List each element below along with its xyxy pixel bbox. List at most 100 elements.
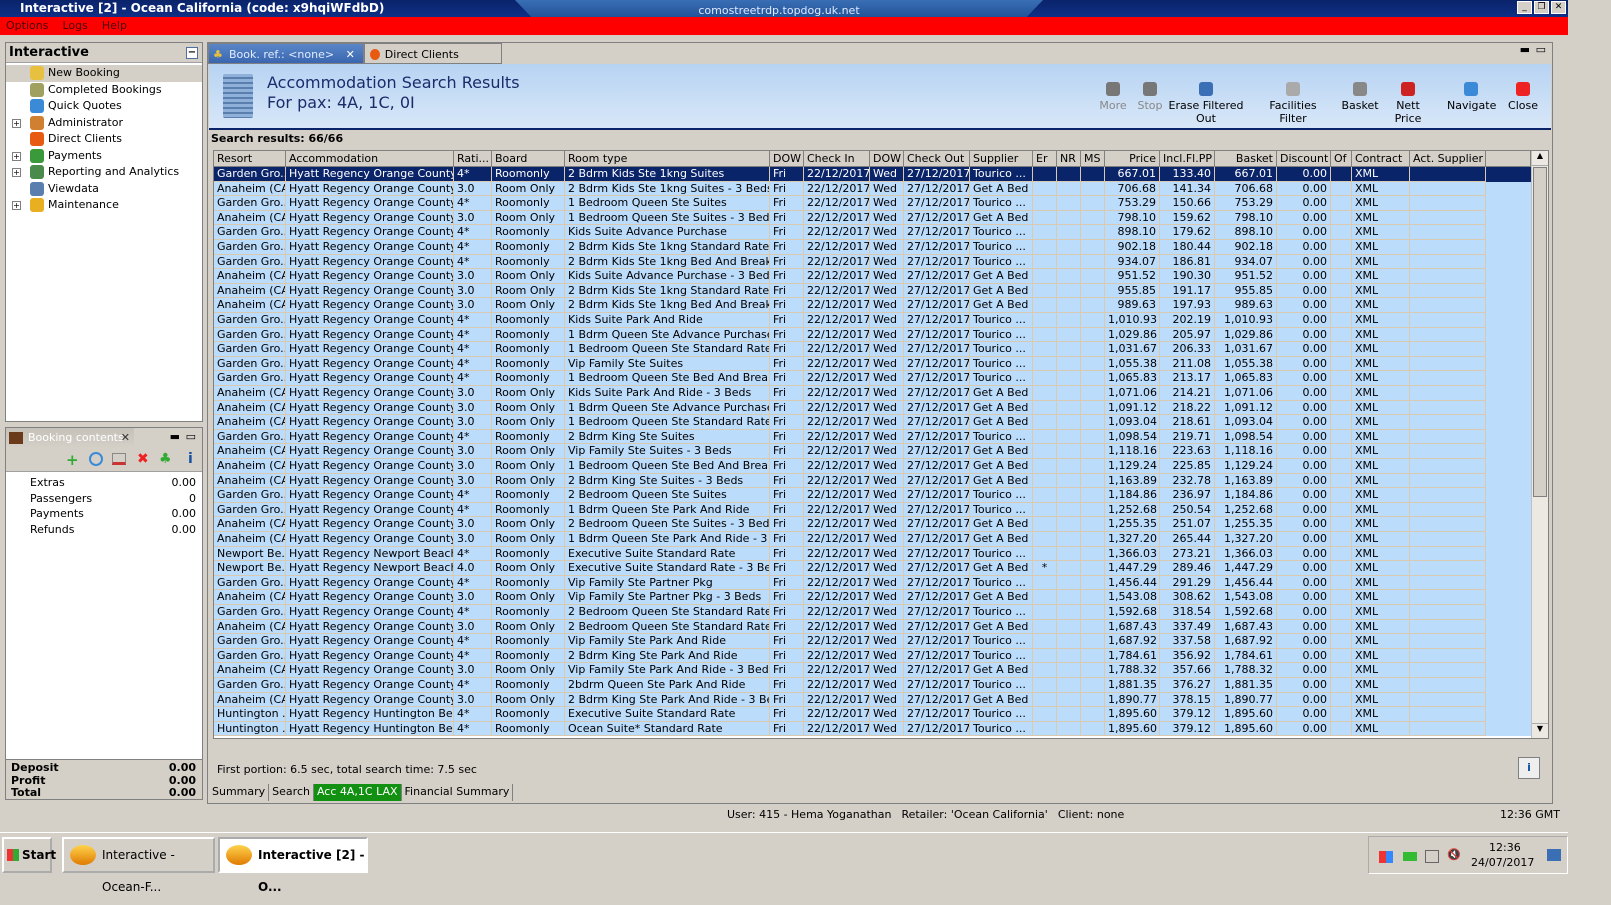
table-row[interactable]: Anaheim (CA) Hyatt Regency Orange County 3… bbox=[214, 532, 1531, 547]
restore-button[interactable]: ❐ bbox=[1534, 1, 1549, 14]
table-row[interactable]: Garden Gro... Hyatt Regency Orange County… bbox=[214, 371, 1531, 386]
panel-maximize-icon[interactable]: ▭ bbox=[1536, 43, 1546, 56]
table-row[interactable]: Huntington ... Hyatt Regency Huntington B… bbox=[214, 707, 1531, 722]
network-icon[interactable] bbox=[1425, 850, 1439, 863]
bottom-tab-search[interactable]: Search bbox=[269, 784, 314, 801]
close-window-button[interactable]: ✕ bbox=[1551, 1, 1566, 14]
maximize-icon[interactable]: ▭ bbox=[186, 430, 196, 443]
sidebar-item-payments[interactable]: + Payments bbox=[6, 148, 202, 165]
table-row[interactable]: Anaheim (CA) Hyatt Regency Orange County 3… bbox=[214, 517, 1531, 532]
table-row[interactable]: Anaheim (CA) Hyatt Regency Orange County 3… bbox=[214, 298, 1531, 313]
table-row[interactable]: Garden Gro... Hyatt Regency Orange County… bbox=[214, 429, 1531, 445]
column-header-contract[interactable]: Contract bbox=[1352, 151, 1410, 167]
flag-icon[interactable] bbox=[1379, 851, 1393, 863]
column-header-check-in[interactable]: Check In bbox=[804, 151, 870, 167]
column-header-ms[interactable]: MS bbox=[1081, 151, 1105, 167]
tab-direct-clients-search[interactable]: Direct Clients Search bbox=[363, 43, 502, 82]
expand-icon[interactable]: + bbox=[12, 151, 21, 161]
table-row[interactable]: Anaheim (CA) Hyatt Regency Orange County 3… bbox=[214, 473, 1531, 489]
sidebar-item-direct-clients[interactable]: Direct Clients bbox=[6, 131, 202, 148]
booking-contents-tab[interactable]: Booking contents ✕ bbox=[6, 428, 134, 448]
add-icon[interactable]: + bbox=[66, 451, 79, 469]
volume-muted-icon[interactable]: 🔇 bbox=[1447, 848, 1461, 861]
close-tab-icon[interactable]: ✕ bbox=[346, 48, 355, 61]
column-header-check-out[interactable]: Check Out bbox=[904, 151, 970, 167]
table-row[interactable]: Garden Gro... Hyatt Regency Orange County… bbox=[214, 240, 1531, 255]
table-row[interactable]: Newport Be... Hyatt Regency Newport Beach… bbox=[214, 561, 1531, 576]
table-row[interactable]: Garden Gro... Hyatt Regency Orange County… bbox=[214, 196, 1531, 211]
sidebar-item-viewdata[interactable]: Viewdata bbox=[6, 181, 202, 198]
table-row[interactable]: Garden Gro... Hyatt Regency Orange County… bbox=[214, 678, 1531, 693]
expand-icon[interactable]: + bbox=[12, 118, 21, 128]
table-row[interactable]: Garden Gro... Hyatt Regency Orange County… bbox=[214, 313, 1531, 328]
vertical-scrollbar[interactable]: ▲ ▼ bbox=[1531, 151, 1548, 738]
sidebar-item-reporting-and-analytics[interactable]: + Reporting and Analytics bbox=[6, 164, 202, 181]
delete-icon[interactable]: ✖ bbox=[137, 451, 149, 467]
clock-date[interactable]: 24/07/2017 bbox=[1471, 856, 1534, 869]
nett-price-button[interactable]: Nett Price bbox=[1383, 82, 1433, 125]
bottom-tab-acc-lax[interactable]: Acc 4A,1C LAX bbox=[313, 784, 402, 801]
table-row[interactable]: Garden Gro... Hyatt Regency Orange County… bbox=[214, 634, 1531, 649]
column-header-er[interactable]: Er bbox=[1033, 151, 1057, 167]
table-row[interactable]: Garden Gro... Hyatt Regency Orange County… bbox=[214, 342, 1531, 357]
column-header-act-supplier[interactable]: Act. Supplier bbox=[1410, 151, 1486, 167]
scrollbar-thumb[interactable] bbox=[1533, 167, 1547, 497]
scroll-up-arrow[interactable]: ▲ bbox=[1532, 151, 1548, 166]
column-header-dow[interactable]: DOW bbox=[770, 151, 804, 167]
table-row[interactable]: Anaheim (CA) Hyatt Regency Orange County 3… bbox=[214, 210, 1531, 226]
menu-options[interactable]: Options bbox=[6, 17, 48, 35]
battery-icon[interactable] bbox=[1403, 852, 1417, 861]
taskbar-button-interactive-2[interactable]: Interactive [2] - O... bbox=[218, 837, 368, 894]
column-header-of[interactable]: Of bbox=[1331, 151, 1352, 167]
close-button[interactable]: Close bbox=[1505, 82, 1541, 112]
column-header-dow[interactable]: DOW bbox=[870, 151, 904, 167]
table-row[interactable]: Anaheim (CA) Hyatt Regency Orange County 3… bbox=[214, 444, 1531, 459]
sidebar-item-completed-bookings[interactable]: Completed Bookings bbox=[6, 82, 202, 99]
column-header-rati-[interactable]: Rati... bbox=[454, 151, 492, 167]
table-row[interactable]: Garden Gro... Hyatt Regency Orange County… bbox=[214, 575, 1531, 591]
column-header-accommodation[interactable]: Accommodation bbox=[286, 151, 454, 167]
collapse-icon[interactable]: − bbox=[186, 47, 198, 59]
column-header-discount[interactable]: Discount bbox=[1277, 151, 1331, 167]
bottom-tab-financial-summary[interactable]: Financial Summary bbox=[402, 784, 514, 801]
table-row[interactable]: Garden Gro... Hyatt Regency Orange County… bbox=[214, 488, 1531, 503]
table-row[interactable]: Garden Gro... Hyatt Regency Orange County… bbox=[214, 605, 1531, 620]
info-icon[interactable]: i bbox=[188, 451, 193, 467]
menu-help[interactable]: Help bbox=[102, 17, 127, 35]
tab-booking-ref[interactable]: ♣ Book. ref.: <none> ✕ bbox=[208, 43, 364, 64]
expand-icon[interactable]: + bbox=[12, 168, 21, 177]
table-row[interactable]: Anaheim (CA) Hyatt Regency Orange County 3… bbox=[214, 386, 1531, 401]
column-header-resort[interactable]: Resort bbox=[214, 151, 286, 167]
sidebar-item-quick-quotes[interactable]: Quick Quotes bbox=[6, 98, 202, 115]
sidebar-item-maintenance[interactable]: + Maintenance bbox=[6, 197, 202, 214]
palm-tree-icon[interactable]: ♣ bbox=[159, 451, 172, 467]
table-row[interactable]: Garden Gro... Hyatt Regency Orange County… bbox=[214, 254, 1531, 270]
table-row[interactable]: Anaheim (CA) Hyatt Regency Orange County 3… bbox=[214, 400, 1531, 416]
table-row[interactable]: Anaheim (CA) Hyatt Regency Orange County 3… bbox=[214, 663, 1531, 678]
panel-minimize-icon[interactable]: ▬ bbox=[1520, 43, 1530, 56]
scroll-down-arrow[interactable]: ▼ bbox=[1532, 723, 1548, 738]
table-row[interactable]: Garden Gro... Hyatt Regency Orange County… bbox=[214, 167, 1531, 182]
sidebar-item-new-booking[interactable]: New Booking bbox=[6, 65, 202, 82]
table-row[interactable]: Garden Gro... Hyatt Regency Orange County… bbox=[214, 502, 1531, 518]
column-header-supplier[interactable]: Supplier bbox=[970, 151, 1033, 167]
table-row[interactable]: Garden Gro... Hyatt Regency Orange County… bbox=[214, 327, 1531, 343]
start-button[interactable]: Start bbox=[2, 837, 56, 873]
more-button[interactable]: More bbox=[1098, 82, 1128, 112]
column-header-incl-fl-pp[interactable]: Incl.Fl.PP bbox=[1160, 151, 1215, 167]
column-header-room-type[interactable]: Room type bbox=[565, 151, 770, 167]
table-row[interactable]: Anaheim (CA) Hyatt Regency Orange County 3… bbox=[214, 181, 1531, 197]
expand-icon[interactable]: + bbox=[12, 201, 21, 210]
sidebar-item-administrator[interactable]: + Administrator bbox=[6, 115, 202, 132]
table-row[interactable]: Anaheim (CA) Hyatt Regency Orange County 3… bbox=[214, 283, 1531, 299]
basket-button[interactable]: Basket bbox=[1341, 82, 1379, 112]
taskbar-button-interactive[interactable]: Interactive - Ocean-F... bbox=[62, 837, 215, 894]
column-header-nr[interactable]: NR bbox=[1057, 151, 1081, 167]
table-row[interactable]: Garden Gro... Hyatt Regency Orange County… bbox=[214, 648, 1531, 664]
table-row[interactable]: Huntington ... Hyatt Regency Huntington B… bbox=[214, 721, 1531, 737]
bottom-tab-summary[interactable]: Summary bbox=[209, 784, 270, 801]
basket-transfer-icon[interactable] bbox=[112, 453, 126, 465]
column-header-basket[interactable]: Basket bbox=[1215, 151, 1277, 167]
table-row[interactable]: Newport Be... Hyatt Regency Newport Beach… bbox=[214, 546, 1531, 562]
table-row[interactable]: Garden Gro... Hyatt Regency Orange County… bbox=[214, 356, 1531, 372]
